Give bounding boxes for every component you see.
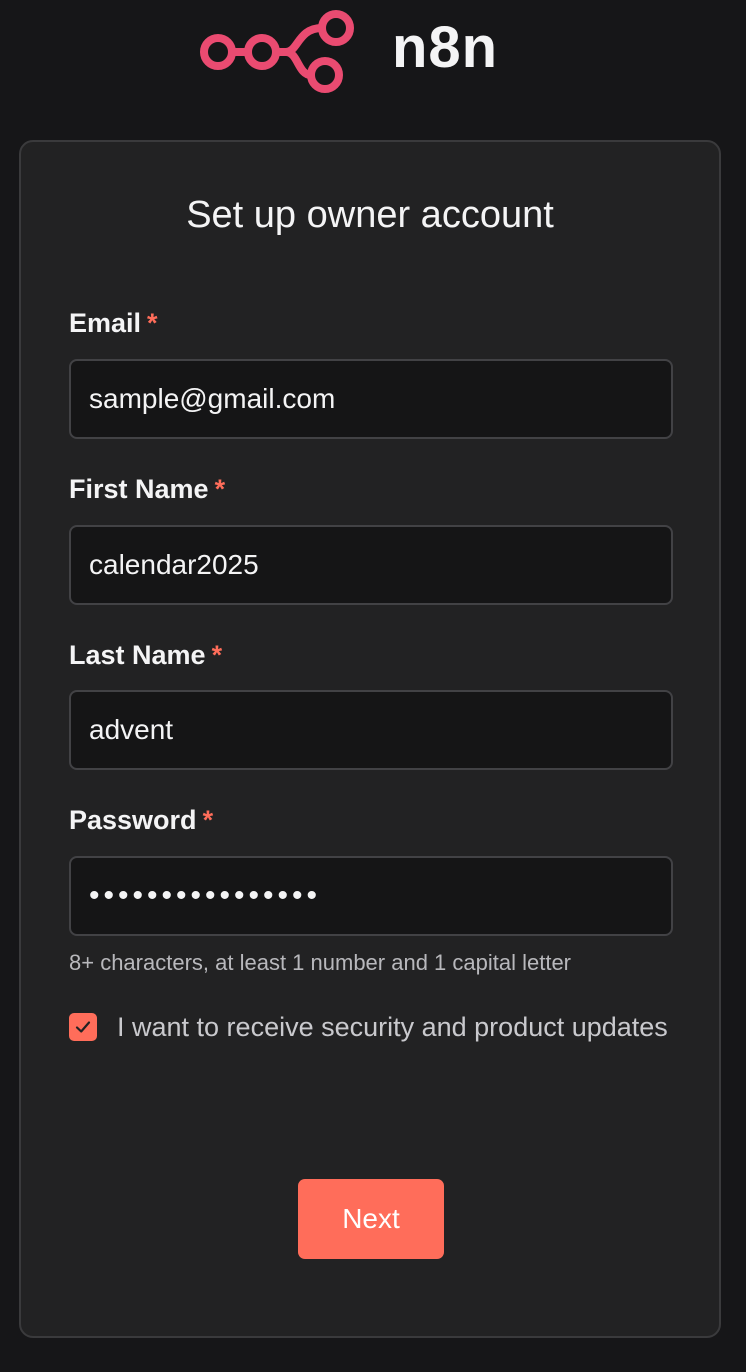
required-marker: * xyxy=(202,805,214,835)
setup-page: n8n Set up owner account Email * sample@g… xyxy=(0,0,746,1372)
updates-checkbox[interactable] xyxy=(69,1013,97,1041)
n8n-logo: n8n xyxy=(198,8,498,96)
password-label: Password * xyxy=(69,805,214,835)
n8n-nodes-icon xyxy=(198,8,358,96)
brand-name: n8n xyxy=(392,15,499,80)
last-name-field[interactable]: advent xyxy=(69,690,673,770)
last-name-label: Last Name * xyxy=(69,640,223,670)
page-title: Set up owner account xyxy=(186,194,554,236)
password-field[interactable]: •••••••••••••••• xyxy=(69,856,673,936)
setup-card: Set up owner account Email * sample@gmail… xyxy=(19,140,721,1338)
updates-checkbox-label: I want to receive security and product u… xyxy=(117,1012,668,1042)
email-label: Email * xyxy=(69,308,158,338)
password-hint: 8+ characters, at least 1 number and 1 c… xyxy=(69,950,572,975)
first-name-label: First Name * xyxy=(69,474,226,504)
email-field[interactable]: sample@gmail.com xyxy=(69,359,673,439)
updates-checkbox-row[interactable]: I want to receive security and product u… xyxy=(69,1010,673,1046)
required-marker: * xyxy=(214,474,226,504)
required-marker: * xyxy=(147,308,158,338)
next-button[interactable]: Next xyxy=(298,1179,444,1259)
checkmark-icon xyxy=(75,1021,91,1033)
first-name-field[interactable]: calendar2025 xyxy=(69,525,673,605)
required-marker: * xyxy=(211,640,223,670)
